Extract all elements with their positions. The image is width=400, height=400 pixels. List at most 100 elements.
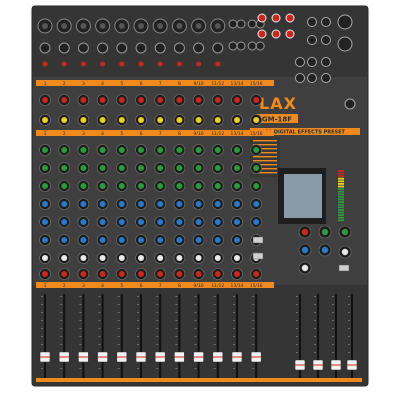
knob-icon[interactable] (116, 94, 128, 106)
knob-icon[interactable] (39, 162, 51, 174)
knob-icon[interactable] (96, 268, 109, 280)
button-icon[interactable] (338, 264, 350, 272)
knob-icon[interactable] (250, 198, 263, 210)
knob-icon[interactable] (135, 144, 147, 156)
knob-icon[interactable] (212, 198, 224, 210)
knob-icon[interactable] (39, 252, 51, 264)
knob-icon[interactable] (318, 243, 332, 257)
knob-icon[interactable] (192, 114, 205, 126)
knob-icon[interactable] (135, 252, 147, 264)
xlr-input-icon[interactable] (337, 14, 353, 30)
knob-icon[interactable] (318, 225, 332, 239)
knob-icon[interactable] (250, 162, 263, 174)
knob-icon[interactable] (96, 114, 109, 126)
knob-icon[interactable] (154, 198, 166, 210)
knob-icon[interactable] (212, 162, 224, 174)
knob-icon[interactable] (173, 162, 186, 174)
knob-icon[interactable] (192, 252, 205, 264)
knob-icon[interactable] (96, 180, 109, 192)
trs-jack-icon[interactable] (247, 19, 257, 29)
trs-jack-icon[interactable] (295, 57, 305, 67)
knob-icon[interactable] (250, 268, 263, 280)
trs-jack-icon[interactable] (255, 41, 265, 51)
knob-icon[interactable] (250, 180, 263, 192)
knob-icon[interactable] (58, 180, 70, 192)
knob-icon[interactable] (192, 198, 205, 210)
trs-jack-icon[interactable] (321, 57, 331, 67)
headphone-jack-icon[interactable] (344, 98, 356, 110)
knob-icon[interactable] (154, 216, 166, 228)
knob-icon[interactable] (154, 114, 166, 126)
knob-icon[interactable] (231, 180, 243, 192)
button-icon[interactable] (252, 236, 264, 244)
knob-icon[interactable] (96, 252, 109, 264)
knob-icon[interactable] (96, 198, 109, 210)
trs-jack-icon[interactable] (321, 35, 331, 45)
trs-jack-icon[interactable] (154, 42, 166, 54)
trs-jack-icon[interactable] (193, 42, 205, 54)
trs-jack-icon[interactable] (295, 73, 305, 83)
knob-icon[interactable] (135, 180, 147, 192)
knob-icon[interactable] (173, 198, 186, 210)
knob-icon[interactable] (212, 114, 224, 126)
knob-icon[interactable] (298, 225, 312, 239)
knob-icon[interactable] (192, 94, 205, 106)
knob-icon[interactable] (173, 216, 186, 228)
knob-icon[interactable] (231, 162, 243, 174)
knob-icon[interactable] (77, 114, 90, 126)
knob-icon[interactable] (135, 198, 147, 210)
knob-icon[interactable] (192, 216, 205, 228)
knob-icon[interactable] (154, 180, 166, 192)
knob-icon[interactable] (39, 94, 51, 106)
knob-icon[interactable] (116, 180, 128, 192)
trs-jack-icon[interactable] (307, 73, 317, 83)
knob-icon[interactable] (77, 144, 90, 156)
knob-icon[interactable] (116, 268, 128, 280)
knob-icon[interactable] (39, 234, 51, 246)
knob-icon[interactable] (58, 144, 70, 156)
trs-jack-icon[interactable] (247, 41, 257, 51)
knob-icon[interactable] (338, 245, 352, 259)
trs-jack-icon[interactable] (39, 42, 51, 54)
knob-icon[interactable] (192, 234, 205, 246)
knob-icon[interactable] (154, 162, 166, 174)
knob-icon[interactable] (116, 198, 128, 210)
knob-icon[interactable] (135, 216, 147, 228)
knob-icon[interactable] (58, 268, 70, 280)
knob-icon[interactable] (231, 198, 243, 210)
xlr-input-icon[interactable] (337, 36, 353, 52)
trs-jack-icon[interactable] (307, 35, 317, 45)
trs-jack-icon[interactable] (236, 41, 246, 51)
knob-icon[interactable] (77, 252, 90, 264)
knob-icon[interactable] (212, 252, 224, 264)
trs-jack-icon[interactable] (307, 57, 317, 67)
knob-icon[interactable] (77, 268, 90, 280)
trs-jack-icon[interactable] (116, 42, 128, 54)
trs-jack-icon[interactable] (321, 17, 331, 27)
knob-icon[interactable] (135, 268, 147, 280)
trs-jack-icon[interactable] (228, 41, 238, 51)
knob-icon[interactable] (154, 268, 166, 280)
knob-icon[interactable] (96, 162, 109, 174)
knob-icon[interactable] (116, 234, 128, 246)
knob-icon[interactable] (77, 162, 90, 174)
knob-icon[interactable] (39, 268, 51, 280)
knob-icon[interactable] (212, 268, 224, 280)
knob-icon[interactable] (250, 114, 263, 126)
rca-jack-icon[interactable] (285, 13, 295, 23)
trs-jack-icon[interactable] (135, 42, 147, 54)
knob-icon[interactable] (116, 252, 128, 264)
knob-icon[interactable] (192, 144, 205, 156)
knob-icon[interactable] (96, 144, 109, 156)
knob-icon[interactable] (212, 234, 224, 246)
knob-icon[interactable] (173, 252, 186, 264)
knob-icon[interactable] (58, 162, 70, 174)
knob-icon[interactable] (135, 94, 147, 106)
knob-icon[interactable] (231, 94, 243, 106)
knob-icon[interactable] (77, 216, 90, 228)
rca-jack-icon[interactable] (271, 13, 281, 23)
knob-icon[interactable] (212, 94, 224, 106)
knob-icon[interactable] (135, 114, 147, 126)
knob-icon[interactable] (338, 225, 352, 239)
knob-icon[interactable] (58, 252, 70, 264)
